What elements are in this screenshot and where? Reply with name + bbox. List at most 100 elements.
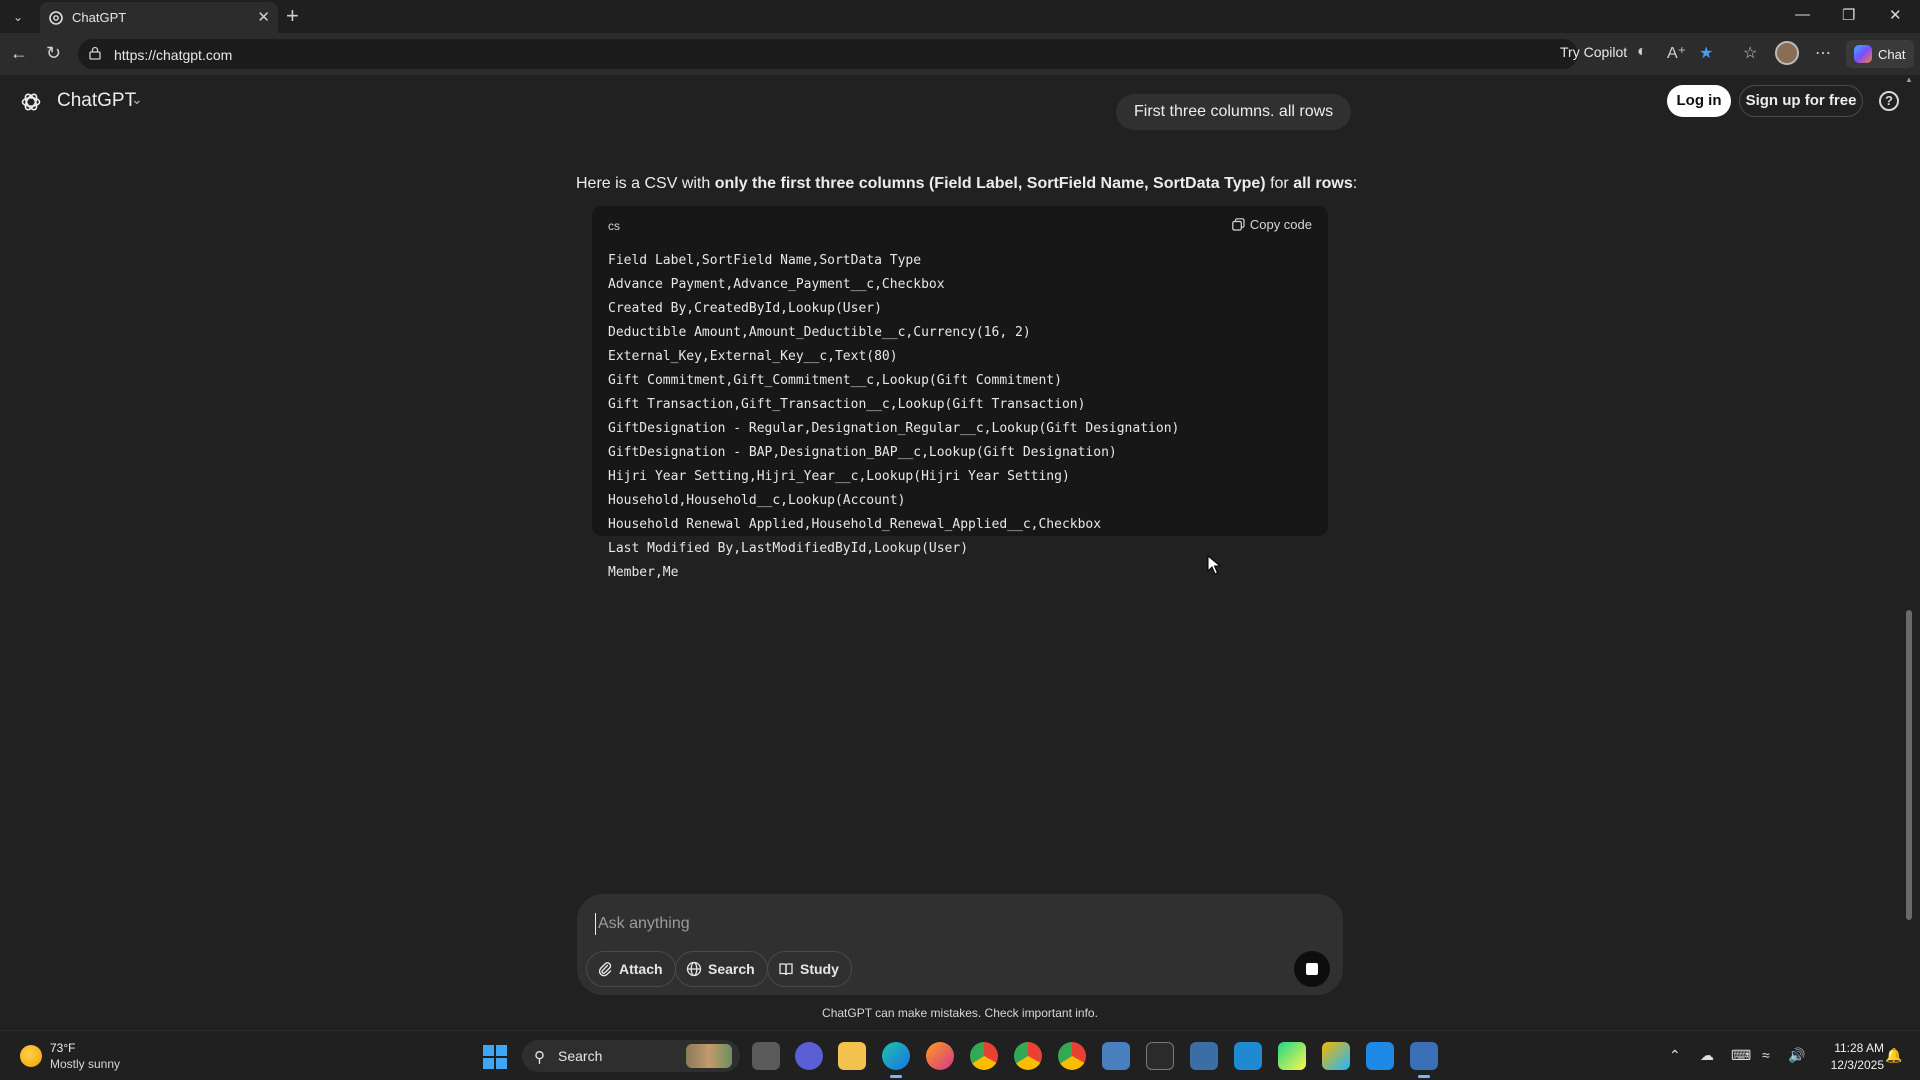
chatgpt-logo-icon[interactable] (20, 91, 42, 113)
reply-segment: for (1265, 175, 1294, 192)
chrome-profile-2-icon[interactable] (1014, 1042, 1042, 1070)
volume-icon[interactable]: 🔊 (1788, 1047, 1805, 1064)
help-icon[interactable]: ? (1879, 91, 1899, 111)
lock-icon (89, 46, 101, 60)
sql-server-icon[interactable] (1190, 1042, 1218, 1070)
profile-avatar[interactable] (1775, 41, 1799, 65)
favorites-list-icon[interactable]: ☆ (1743, 43, 1757, 63)
copy-icon (1232, 218, 1245, 231)
scroll-up-arrow-icon[interactable]: ▲ (1905, 75, 1913, 84)
sign-up-button[interactable]: Sign up for free (1739, 85, 1863, 117)
assistant-reply-intro: Here is a CSV with only the first three … (576, 175, 1357, 193)
app-title[interactable]: ChatGPT (57, 90, 136, 112)
search-label: Search (708, 961, 755, 977)
page-scrollbar[interactable]: ▲ (1903, 75, 1915, 920)
study-label: Study (800, 961, 839, 977)
tab-close-icon[interactable]: ✕ (257, 8, 270, 26)
file-explorer-icon[interactable] (838, 1042, 866, 1070)
model-chevron-down-icon[interactable]: ⌄ (131, 91, 143, 108)
minimize-icon[interactable]: — (1795, 6, 1810, 23)
weather-description[interactable]: Mostly sunny (50, 1057, 120, 1071)
taskbar-search-label: Search (558, 1048, 603, 1064)
book-icon (779, 963, 793, 976)
tab-title: ChatGPT (72, 10, 127, 25)
vscode-icon[interactable] (1234, 1042, 1262, 1070)
copilot-chat-label: Chat (1878, 47, 1906, 62)
restore-icon[interactable]: ❐ (1842, 6, 1855, 24)
search-highlight-image (686, 1044, 732, 1068)
code-line: Member,Me (608, 565, 679, 580)
favorite-star-icon[interactable]: ★ (1699, 43, 1713, 63)
message-composer: Attach Search Study (577, 894, 1343, 995)
code-line: Hijri Year Setting,Hijri_Year__c,Lookup(… (608, 469, 1070, 484)
scrollbar-thumb[interactable] (1906, 610, 1912, 920)
disclaimer-text: ChatGPT can make mistakes. Check importa… (822, 1006, 1098, 1020)
copilot-chat-button[interactable]: Chat (1846, 40, 1914, 68)
code-line: Advance Payment,Advance_Payment__c,Check… (608, 277, 945, 292)
read-aloud-icon[interactable]: A⁺ (1667, 43, 1686, 63)
chrome-profile-3-icon[interactable] (1058, 1042, 1086, 1070)
teams-icon[interactable] (795, 1042, 823, 1070)
show-hidden-icons-chevron-icon[interactable]: ⌃ (1669, 1047, 1681, 1064)
edge-browser-icon[interactable] (882, 1042, 910, 1078)
copy-code-button[interactable]: Copy code (1232, 217, 1312, 232)
code-line: Deductible Amount,Amount_Deductible__c,C… (608, 325, 1031, 340)
image-viewer-icon[interactable] (1102, 1042, 1130, 1070)
stop-generating-button[interactable] (1294, 951, 1330, 987)
try-copilot-link[interactable]: Try Copilot (1560, 44, 1627, 60)
clock-date[interactable]: 12/3/2025 (1822, 1058, 1884, 1072)
url-text: https://chatgpt.com (114, 47, 233, 63)
window-close-icon[interactable]: ✕ (1889, 6, 1902, 24)
refresh-icon[interactable]: ↻ (46, 43, 61, 64)
start-windows-icon[interactable] (483, 1045, 507, 1069)
user-message-bubble: First three columns. all rows (1116, 94, 1352, 130)
taskbar-search-box[interactable]: ⚲ Search (522, 1040, 740, 1072)
openai-favicon-icon (49, 11, 63, 25)
ask-input[interactable] (595, 913, 1295, 935)
reply-segment: only the first three columns (Field Labe… (714, 175, 1266, 192)
notepad-icon[interactable] (1366, 1042, 1394, 1070)
copilot-icon (1854, 45, 1872, 63)
terminal-icon[interactable] (1146, 1042, 1174, 1070)
weather-temperature[interactable]: 73°F (50, 1041, 75, 1055)
clock-time[interactable]: 11:28 AM (1822, 1041, 1884, 1055)
remote-desktop-icon[interactable] (1410, 1042, 1438, 1078)
paperclip-icon (598, 962, 612, 977)
attach-label: Attach (619, 961, 663, 977)
onedrive-cloud-icon[interactable]: ☁ (1700, 1047, 1714, 1064)
code-line: Household Renewal Applied,Household_Rene… (608, 517, 1102, 532)
dev-tool-icon[interactable] (1322, 1042, 1350, 1070)
mouse-cursor-icon (1207, 555, 1221, 575)
code-line: Gift Commitment,Gift_Commitment__c,Looku… (608, 373, 1062, 388)
log-in-button[interactable]: Log in (1667, 85, 1731, 117)
task-view-icon[interactable] (752, 1042, 780, 1070)
attach-button[interactable]: Attach (586, 951, 676, 987)
chrome-icon[interactable] (970, 1042, 998, 1070)
code-line: Last Modified By,LastModifiedById,Lookup… (608, 541, 969, 556)
pycharm-icon[interactable] (1278, 1042, 1306, 1070)
browser-tab-chatgpt[interactable]: ChatGPT ✕ (40, 2, 278, 33)
code-line: Created By,CreatedById,Lookup(User) (608, 301, 882, 316)
chatgpt-page: ChatGPT ⌄ Log in Sign up for free ? Firs… (0, 75, 1920, 1030)
firefox-icon[interactable] (926, 1042, 954, 1070)
code-block: cs Copy code Field Label,SortField Name,… (592, 206, 1328, 580)
globe-icon (686, 961, 702, 977)
reply-segment: : (1352, 175, 1358, 192)
tab-list-chevron-icon[interactable]: ⌄ (8, 7, 28, 27)
address-bar-row: ← ↻ https://chatgpt.com Try Copilot ◐ A⁺… (0, 33, 1920, 75)
reply-segment: Here is a CSV with (576, 175, 715, 192)
weather-sun-icon[interactable] (20, 1045, 42, 1067)
code-line: GiftDesignation - Regular,Designation_Re… (608, 421, 1180, 436)
notification-bell-icon[interactable]: 🔔 (1885, 1047, 1902, 1064)
keyboard-icon[interactable]: ⌨ (1731, 1047, 1751, 1064)
wifi-icon[interactable]: ≈ (1762, 1047, 1770, 1063)
new-tab-plus-icon[interactable]: + (286, 4, 299, 28)
back-arrow-icon[interactable]: ← (10, 43, 28, 64)
more-options-icon[interactable]: ⋯ (1815, 43, 1831, 63)
url-omnibox[interactable]: https://chatgpt.com (78, 39, 1578, 69)
study-button[interactable]: Study (767, 951, 852, 987)
search-button[interactable]: Search (675, 951, 768, 987)
code-line: External_Key,External_Key__c,Text(80) (608, 349, 898, 364)
code-line: GiftDesignation - BAP,Designation_BAP__c… (608, 445, 1117, 460)
tracking-prevention-icon[interactable]: ◐ (1637, 43, 1647, 61)
